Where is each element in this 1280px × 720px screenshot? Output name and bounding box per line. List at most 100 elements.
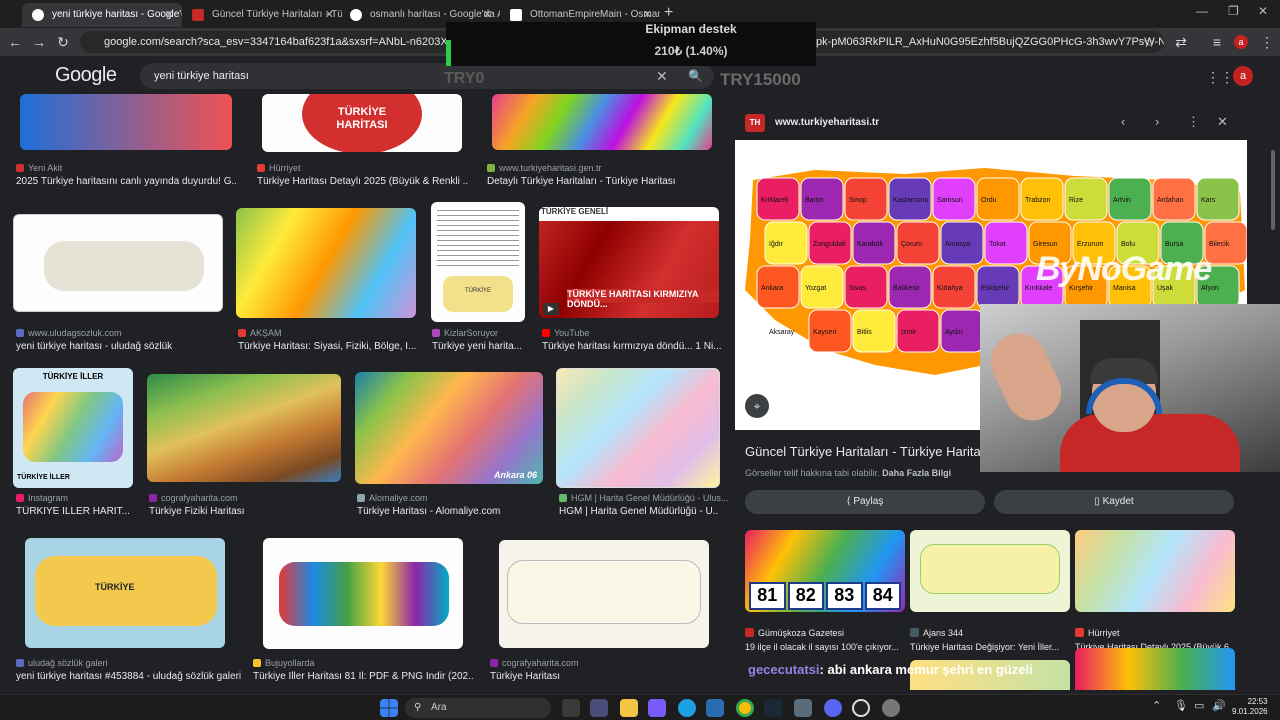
- related-source[interactable]: Hürriyet: [1075, 628, 1120, 638]
- result-caption[interactable]: Türkiye İller Haritası 81 İl: PDF & PNG …: [253, 671, 473, 682]
- result-caption[interactable]: HGM | Harita Genel Müdürlüğü - U...: [559, 506, 719, 517]
- steam-icon[interactable]: [764, 699, 782, 717]
- close-window-icon[interactable]: ✕: [1258, 4, 1268, 18]
- taskbar-search[interactable]: ⚲ Ara: [405, 698, 551, 718]
- search-icon[interactable]: 🔍: [688, 63, 703, 89]
- reload-icon[interactable]: ↻: [54, 33, 72, 51]
- share-button[interactable]: ⟨ Paylaş: [745, 490, 985, 514]
- task-view-icon[interactable]: [562, 699, 580, 717]
- result-caption[interactable]: Türkiye Haritası Detaylı 2025 (Büyük & R…: [257, 176, 469, 187]
- result-image[interactable]: [492, 94, 712, 150]
- network-icon[interactable]: ▭: [1194, 699, 1204, 712]
- app-icon[interactable]: [794, 699, 812, 717]
- chrome-icon[interactable]: [736, 699, 754, 717]
- bookmark-star-icon[interactable]: ☆: [1140, 33, 1158, 51]
- result-image[interactable]: TÜRKİYE İLLER TÜRKİYE İLLER: [13, 368, 133, 488]
- close-tab-icon[interactable]: ✕: [165, 3, 174, 27]
- clear-icon[interactable]: ✕: [656, 63, 668, 89]
- result-caption[interactable]: Türkiye Fiziki Haritası: [149, 506, 339, 517]
- volume-icon[interactable]: 🔊: [1212, 699, 1226, 712]
- google-logo[interactable]: Google: [55, 64, 117, 87]
- tray-chevron-icon[interactable]: ⌃: [1152, 699, 1161, 712]
- related-caption[interactable]: 19 ilçe il olacak il sayısı 100'e çıkıyo…: [745, 642, 903, 652]
- result-source[interactable]: Yeni Akit: [16, 163, 62, 173]
- lens-search-icon[interactable]: ⌖: [745, 394, 769, 418]
- minimize-icon[interactable]: —: [1196, 4, 1208, 18]
- more-options-icon[interactable]: ⋮: [1187, 114, 1200, 130]
- microphone-icon[interactable]: 🎙: [1174, 699, 1188, 712]
- result-image[interactable]: [556, 368, 720, 488]
- obs-icon[interactable]: [852, 699, 870, 717]
- panel-site-name[interactable]: www.turkiyeharitasi.tr: [775, 117, 879, 128]
- result-image[interactable]: [13, 214, 223, 312]
- related-source[interactable]: Gümüşkoza Gazetesi: [745, 628, 844, 638]
- related-caption[interactable]: Türkiye Haritası Değişiyor: Yeni İller..…: [910, 642, 1068, 652]
- result-source[interactable]: Bujuyollarda: [253, 658, 315, 668]
- more-info-link[interactable]: Daha Fazla Bilgi: [882, 468, 951, 478]
- next-icon[interactable]: ›: [1155, 114, 1159, 129]
- mail-icon[interactable]: [706, 699, 724, 717]
- panel-title[interactable]: Güncel Türkiye Haritaları - Türkiye Hari…: [745, 444, 991, 459]
- result-image[interactable]: TÜRKİYE HARİTASI: [262, 94, 462, 152]
- close-tab-icon[interactable]: ✕: [325, 3, 334, 27]
- result-source[interactable]: cografyaharita.com: [149, 493, 238, 503]
- back-icon[interactable]: ←: [6, 33, 24, 51]
- profile-avatar[interactable]: a: [1234, 35, 1248, 49]
- result-caption[interactable]: Türkiye Haritası: Siyasi, Fiziki, Bölge,…: [238, 341, 418, 352]
- result-image[interactable]: [20, 94, 232, 150]
- tab-google-search[interactable]: yeni türkiye haritası - Google'da ✕: [22, 3, 182, 27]
- result-source[interactable]: www.uludagsozluk.com: [16, 328, 122, 338]
- result-source[interactable]: Hürriyet: [257, 163, 301, 173]
- result-image[interactable]: TÜRKİYE: [25, 538, 225, 648]
- result-source[interactable]: uludağ sözlük galeri: [16, 658, 108, 668]
- close-panel-icon[interactable]: ✕: [1217, 114, 1228, 130]
- result-source[interactable]: KizlarSoruyor: [432, 328, 498, 338]
- save-button[interactable]: ▯ Kaydet: [994, 490, 1234, 514]
- discord-icon[interactable]: [824, 699, 842, 717]
- new-tab-icon[interactable]: +: [664, 4, 673, 22]
- result-caption[interactable]: Türkiye Haritası: [490, 671, 710, 682]
- tab-turkiye-haritalari[interactable]: Güncel Türkiye Haritaları - Türk ✕: [182, 3, 342, 27]
- translate-icon[interactable]: ⇄: [1172, 33, 1190, 51]
- account-avatar[interactable]: a: [1233, 66, 1253, 86]
- file-explorer-icon[interactable]: [620, 699, 638, 717]
- settings-gear-icon[interactable]: [882, 699, 900, 717]
- result-caption[interactable]: Türkiye yeni harita...: [432, 341, 528, 352]
- result-caption[interactable]: yeni türkiye haritası - uludağ sözlük: [16, 341, 226, 352]
- reading-list-icon[interactable]: ≡: [1208, 33, 1226, 51]
- result-caption[interactable]: Türkiye haritası kırmızıya döndü... 1 Ni…: [542, 341, 722, 352]
- result-caption[interactable]: yeni türkiye haritası #453884 - uludağ s…: [16, 671, 246, 682]
- related-image[interactable]: [1075, 648, 1235, 690]
- apps-grid-icon[interactable]: ⋮⋮: [1206, 69, 1234, 86]
- result-source[interactable]: www.turkiyeharitasi.gen.tr: [487, 163, 602, 173]
- related-image[interactable]: [1075, 530, 1235, 612]
- related-image[interactable]: [910, 530, 1070, 612]
- result-source[interactable]: AKŞAM: [238, 328, 282, 338]
- search-input[interactable]: yeni türkiye haritası ✕ 🔍: [140, 63, 714, 89]
- result-image[interactable]: [263, 538, 463, 649]
- result-image[interactable]: Ankara 06: [355, 372, 543, 484]
- result-image[interactable]: [236, 208, 416, 318]
- maximize-icon[interactable]: ❐: [1228, 4, 1239, 18]
- related-image[interactable]: 81 82 83 84: [745, 530, 905, 612]
- related-source[interactable]: Ajans 344: [910, 628, 963, 638]
- result-caption[interactable]: 2025 Türkiye haritasını canlı yayında du…: [16, 176, 236, 187]
- taskbar-clock[interactable]: 22:53 9.01.2026: [1232, 697, 1268, 717]
- result-image[interactable]: TÜRKİYE: [431, 202, 525, 322]
- result-caption[interactable]: TÜRKİYE İLLER HARİT...: [16, 506, 136, 517]
- result-source[interactable]: Instagram: [16, 493, 68, 503]
- panel-scrollbar[interactable]: [1271, 150, 1275, 230]
- result-source[interactable]: Alomaliye.com: [357, 493, 428, 503]
- edge-icon[interactable]: [678, 699, 696, 717]
- result-source[interactable]: HGM | Harita Genel Müdürlüğü - Ulus...: [559, 493, 728, 503]
- previous-icon[interactable]: ‹: [1121, 114, 1125, 129]
- result-source[interactable]: YouTube: [542, 328, 589, 338]
- forward-icon[interactable]: →: [30, 33, 48, 51]
- result-image[interactable]: [147, 374, 341, 482]
- result-source[interactable]: cografyaharita.com: [490, 658, 579, 668]
- app-icon[interactable]: [648, 699, 666, 717]
- widgets-icon[interactable]: [590, 699, 608, 717]
- menu-icon[interactable]: ⋮: [1258, 33, 1276, 51]
- result-caption[interactable]: Detaylı Türkiye Haritaları - Türkiye Har…: [487, 176, 717, 187]
- result-caption[interactable]: Türkiye Haritası - Alomaliye.com: [357, 506, 547, 517]
